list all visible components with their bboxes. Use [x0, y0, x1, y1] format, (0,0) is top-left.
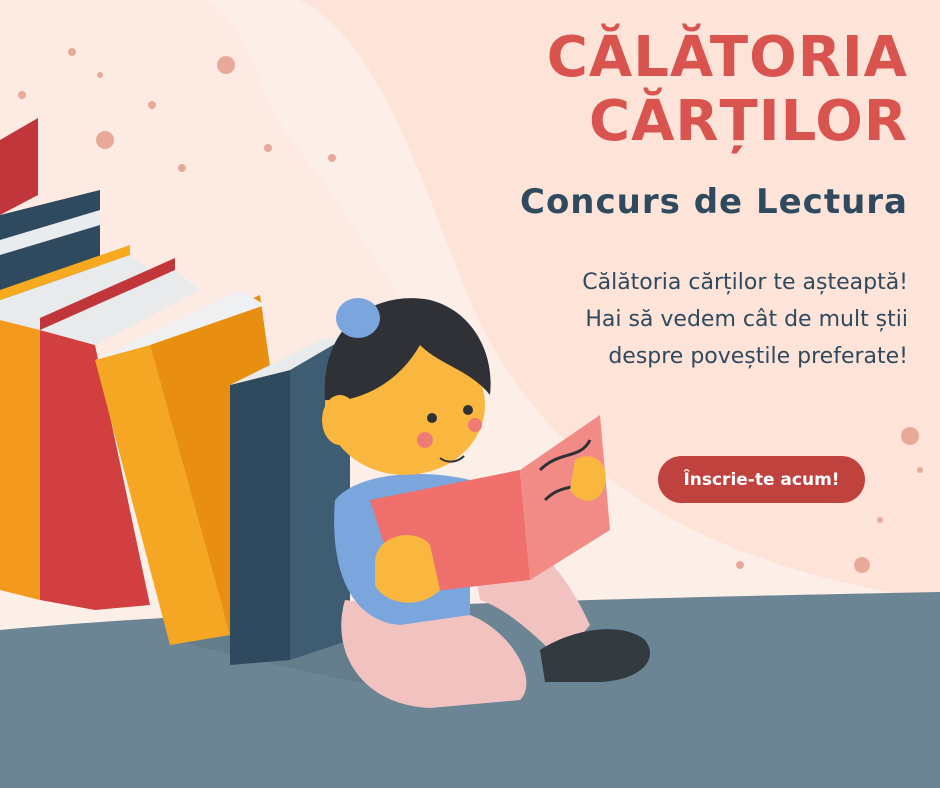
- poster: CĂLĂTORIA CĂRȚILOR Concurs de Lectura Că…: [0, 0, 940, 788]
- title-line-1: CĂLĂTORIA: [546, 25, 908, 90]
- description-text: Călătoria cărților te așteaptă! Hai să v…: [582, 270, 908, 369]
- signup-button[interactable]: Înscrie-te acum!: [658, 456, 865, 503]
- title-line-2: CĂRȚILOR: [588, 89, 908, 154]
- subtitle: Concurs de Lectura: [520, 182, 908, 222]
